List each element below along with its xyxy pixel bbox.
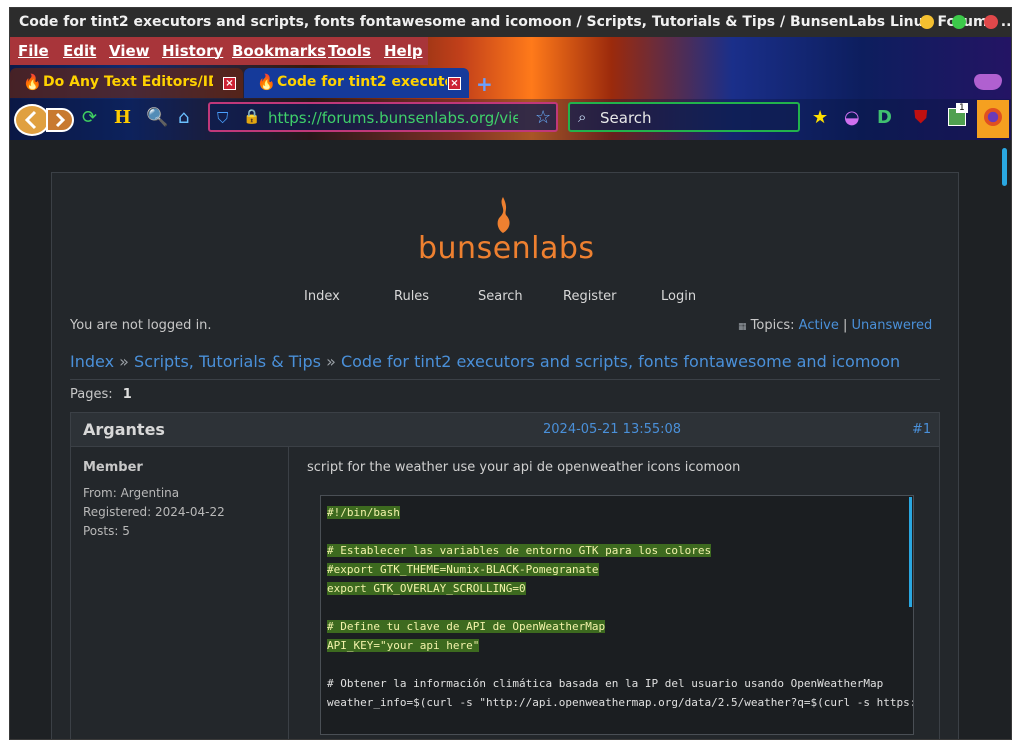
menu-bookmarks[interactable]: Bookmarks	[232, 42, 326, 60]
menu-tools[interactable]: Tools	[328, 42, 371, 60]
author-registered: Registered: 2024-04-22	[83, 505, 225, 519]
code-line: export GTK_OVERLAY_SCROLLING=0	[327, 582, 526, 595]
forum-post: Argantes 2024-05-21 13:55:08 #1 Member F…	[70, 412, 940, 739]
lock-icon[interactable]: 🔒	[243, 109, 260, 125]
badge-count: 1	[956, 103, 968, 113]
close-tab-icon[interactable]: ×	[448, 77, 461, 90]
menu-file[interactable]: File	[18, 42, 49, 60]
nav-search[interactable]: Search	[478, 289, 523, 304]
bunsenlabs-flame-icon	[497, 197, 510, 233]
author-posts: Posts: 5	[83, 524, 130, 538]
topics-active-link[interactable]: Active	[799, 318, 839, 333]
forward-button[interactable]	[46, 108, 74, 132]
code-line: # Extraer los datos relevantes del JSON …	[327, 731, 907, 734]
browser-chrome: File Edit View History Bookmarks Tools H…	[10, 37, 1011, 140]
history-h-icon[interactable]: H	[114, 108, 131, 128]
home-icon[interactable]: ⌂	[178, 108, 189, 128]
new-tab-button[interactable]: +	[476, 72, 493, 96]
code-line: # Define tu clave de API de OpenWeatherM…	[327, 620, 606, 633]
post-author[interactable]: Argantes	[83, 420, 165, 439]
menu-help[interactable]: Help	[384, 42, 423, 60]
menu-history[interactable]: History	[162, 42, 223, 60]
reload-icon[interactable]: ⟳	[82, 108, 97, 128]
nav-index[interactable]: Index	[304, 289, 340, 304]
title-bar: Code for tint2 executors and scripts, fo…	[10, 8, 1012, 37]
menu-view[interactable]: View	[109, 42, 150, 60]
code-line: API_KEY="your api here"	[327, 639, 480, 652]
nav-rules[interactable]: Rules	[394, 289, 429, 304]
nav-login[interactable]: Login	[661, 289, 696, 304]
grid-icon: ▦	[738, 322, 747, 332]
mask-extension-icon[interactable]: ◒	[844, 108, 860, 128]
search-bar[interactable]: ⌕ Search	[568, 102, 800, 132]
menu-edit[interactable]: Edit	[63, 42, 96, 60]
post-timestamp[interactable]: 2024-05-21 13:55:08	[543, 422, 681, 437]
code-line: # Obtener la información climática basad…	[327, 677, 884, 690]
tab-code-for-tint2[interactable]: 🔥 Code for tint2 executors ×	[244, 68, 469, 98]
search-icon: ⌕	[578, 108, 587, 126]
url-bar[interactable]: ⛉ 🔒 https://forums.bunsenlabs.org/view ☆	[208, 102, 558, 132]
bookmarks-star-icon[interactable]: ★	[812, 108, 828, 128]
code-line: #export GTK_THEME=Numix-BLACK-Pomegranat…	[327, 563, 599, 576]
pagination: Pages: 1	[70, 387, 132, 402]
back-arrow-icon	[24, 110, 37, 130]
close-tab-icon[interactable]: ×	[223, 77, 236, 90]
topics-links: ▦ Topics: Active | Unanswered	[738, 318, 933, 333]
page-scrollbar[interactable]	[1002, 148, 1007, 186]
shield-icon[interactable]: ⛉	[217, 109, 228, 127]
login-status: You are not logged in.	[70, 318, 212, 333]
author-role: Member	[83, 460, 143, 475]
nav-register[interactable]: Register	[563, 289, 617, 304]
flame-favicon-icon: 🔥	[257, 73, 276, 91]
divider	[70, 379, 940, 380]
author-from: From: Argentina	[83, 486, 180, 500]
back-button[interactable]	[14, 104, 50, 136]
post-number[interactable]: #1	[912, 422, 931, 437]
forward-arrow-icon	[55, 112, 66, 128]
code-line: weather_info=$(curl -s "http://api.openw…	[327, 696, 914, 709]
breadcrumb: Index » Scripts, Tutorials & Tips » Code…	[70, 352, 901, 371]
window-title: Code for tint2 executors and scripts, fo…	[19, 14, 1012, 30]
bookmark-star-icon[interactable]: ☆	[535, 107, 551, 128]
post-intro: script for the weather use your api de o…	[307, 460, 741, 475]
topics-unanswered-link[interactable]: Unanswered	[852, 318, 933, 333]
post-author-info: Member From: Argentina Registered: 2024-…	[71, 447, 289, 739]
code-line: #!/bin/bash	[327, 506, 400, 519]
code-block[interactable]: #!/bin/bash # Establecer las variables d…	[320, 495, 914, 735]
menu-bar: File Edit View History Bookmarks Tools H…	[10, 37, 428, 65]
browser-window: Code for tint2 executors and scripts, fo…	[9, 7, 1012, 740]
extension-d-icon[interactable]: D	[877, 108, 892, 128]
breadcrumb-index[interactable]: Index	[70, 352, 114, 371]
code-scrollbar[interactable]	[909, 497, 912, 607]
search-placeholder: Search	[600, 109, 652, 127]
firefox-icon	[984, 108, 1002, 126]
minimize-button[interactable]	[920, 15, 934, 29]
code-content: #!/bin/bash # Establecer las variables d…	[321, 496, 914, 734]
navigation-toolbar: ⟳ H 🔍 ⌂ ⛉ 🔒 https://forums.bunsenlabs.or…	[10, 99, 1011, 140]
page-number[interactable]: 1	[123, 387, 132, 402]
breadcrumb-forum[interactable]: Scripts, Tutorials & Tips	[134, 352, 321, 371]
site-logo-text[interactable]: bunsenlabs	[418, 231, 595, 266]
code-line: # Establecer las variables de entorno GT…	[327, 544, 712, 557]
magnifier-icon[interactable]: 🔍	[146, 108, 168, 128]
ublock-icon[interactable]: ⛊	[914, 108, 928, 128]
forum-container: bunsenlabs Index Rules Search Register L…	[51, 172, 959, 739]
url-text[interactable]: https://forums.bunsenlabs.org/view	[268, 109, 518, 127]
maximize-button[interactable]	[952, 15, 966, 29]
post-header: Argantes 2024-05-21 13:55:08 #1	[71, 413, 939, 447]
page-content: bunsenlabs Index Rules Search Register L…	[10, 140, 1011, 739]
mask-icon[interactable]	[974, 74, 1002, 90]
close-button[interactable]	[984, 15, 998, 29]
tab-do-any-text-editors[interactable]: 🔥 Do Any Text Editors/IDE ×	[10, 68, 243, 98]
firefox-menu-button[interactable]	[977, 100, 1009, 138]
flame-favicon-icon: 🔥	[23, 73, 42, 91]
breadcrumb-topic[interactable]: Code for tint2 executors and scripts, fo…	[341, 352, 900, 371]
